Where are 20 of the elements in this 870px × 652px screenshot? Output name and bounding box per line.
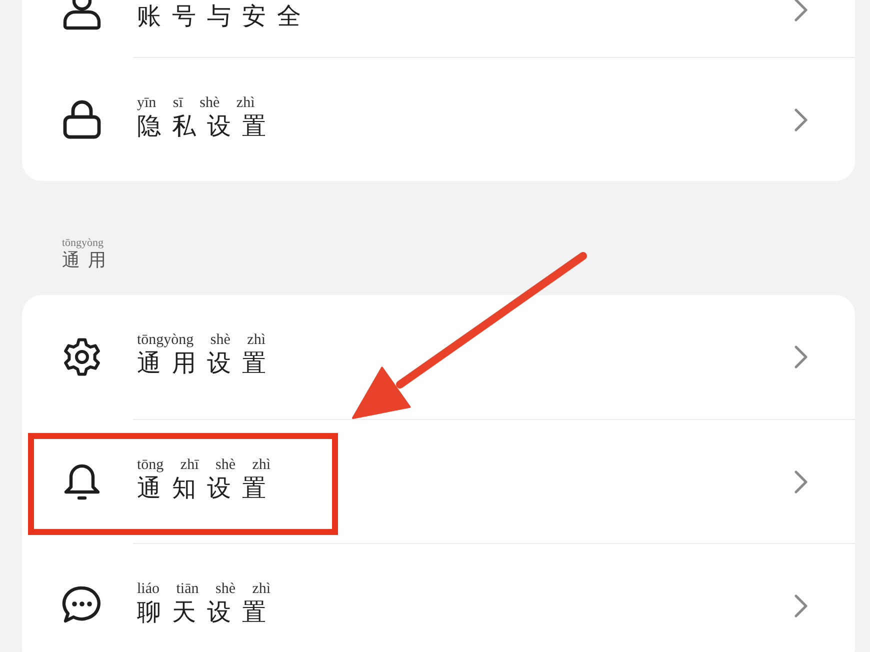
item-label: 通用设置 (137, 349, 277, 377)
pinyin-text: tōngyòng shè zhì (137, 331, 266, 349)
lock-icon (62, 99, 102, 139)
chevron-icon (794, 108, 808, 132)
item-label: 账号与安全 (137, 2, 312, 30)
pinyin-text: yīn sī shè zhì (137, 94, 255, 112)
item-label: 聊天设置 (137, 598, 277, 626)
chevron-icon (794, 594, 808, 618)
item-label: 通知设置 (137, 474, 277, 502)
chat-bubble-icon (62, 585, 102, 625)
section-pinyin: tōngyòng (62, 237, 104, 249)
person-icon (62, 0, 102, 30)
pinyin-text: tōng zhī shè zhì (137, 456, 271, 474)
chevron-icon (794, 470, 808, 494)
gear-icon (62, 337, 102, 377)
chevron-icon (794, 0, 808, 22)
pinyin-text: liáo tiān shè zhì (137, 580, 271, 598)
chevron-icon (794, 345, 808, 369)
section-title: 通用 (62, 249, 114, 273)
item-label: 隐私设置 (137, 112, 277, 140)
